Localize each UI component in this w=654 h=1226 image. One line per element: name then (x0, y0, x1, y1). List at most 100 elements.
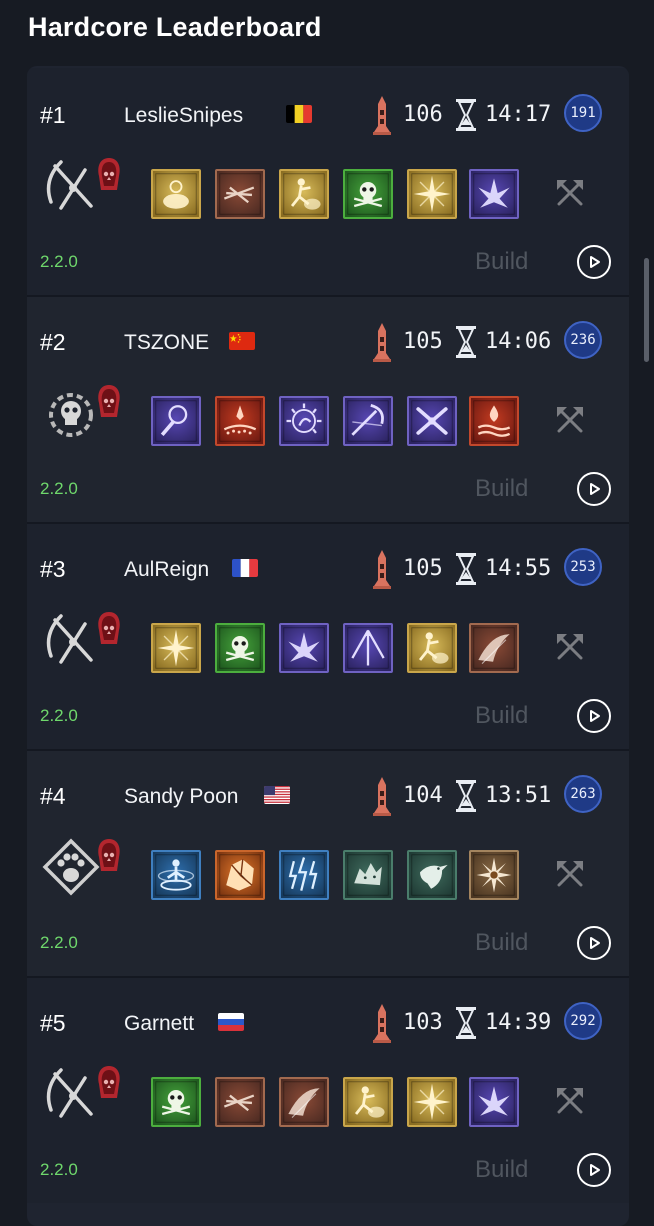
player-name[interactable]: Garnett (124, 1012, 194, 1036)
skill-lightning-storm-icon[interactable] (279, 850, 329, 900)
skill-starburst-icon[interactable] (151, 623, 201, 673)
entry-divider (27, 976, 629, 978)
necromancer-skull-gear-icon (41, 379, 123, 443)
game-version: 2.2.0 (40, 252, 78, 271)
clear-time: 14:06 (485, 329, 552, 354)
skill-golem-summon-icon[interactable] (407, 623, 457, 673)
pit-tower-icon (371, 775, 393, 817)
play-video-button[interactable] (577, 245, 611, 279)
hourglass-icon (455, 552, 477, 586)
hourglass-icon (455, 779, 477, 813)
scrollbar[interactable] (644, 258, 649, 362)
game-version: 2.2.0 (40, 933, 78, 952)
pit-depth: 105 (403, 556, 443, 581)
crossed-axes-icon[interactable] (553, 1084, 587, 1118)
play-video-button[interactable] (577, 1153, 611, 1187)
paragon-level-badge: 253 (564, 548, 602, 586)
skill-starburst-icon[interactable] (407, 1077, 457, 1127)
pit-tower-icon (371, 321, 393, 363)
build-button[interactable]: Build (475, 475, 528, 503)
necromancer-scythe-icon (41, 1060, 123, 1124)
skill-thorn-bloom-icon[interactable] (469, 850, 519, 900)
skill-bone-splinters-icon[interactable] (215, 169, 265, 219)
player-name[interactable]: AulReign (124, 558, 209, 582)
entry-divider (27, 295, 629, 297)
crossed-axes-icon[interactable] (553, 176, 587, 210)
pit-depth: 104 (403, 783, 443, 808)
pit-depth: 103 (403, 1010, 443, 1035)
skill-arrow-spread-icon[interactable] (343, 623, 393, 673)
country-flag-icon (232, 559, 258, 577)
skill-starburst-icon[interactable] (407, 169, 457, 219)
country-flag-icon (264, 786, 290, 804)
clear-time: 14:17 (485, 102, 552, 127)
skill-orb-strike-icon[interactable] (151, 396, 201, 446)
build-button[interactable]: Build (475, 702, 528, 730)
game-version: 2.2.0 (40, 1160, 78, 1179)
skill-blood-wave-icon[interactable] (469, 396, 519, 446)
rank-label: #5 (40, 1010, 66, 1036)
player-name[interactable]: LeslieSnipes (124, 104, 243, 128)
clear-time: 14:55 (485, 556, 552, 581)
skill-blade-wave-icon[interactable] (279, 1077, 329, 1127)
pit-tower-icon (371, 548, 393, 590)
rank-label: #1 (40, 102, 66, 128)
play-video-button[interactable] (577, 472, 611, 506)
skill-blade-wave-icon[interactable] (469, 623, 519, 673)
leaderboard-entry[interactable]: #4 Sandy Poon 104 13:51 263 2.2.0 Build (27, 749, 629, 976)
hourglass-icon (455, 325, 477, 359)
country-flag-icon (218, 1013, 244, 1031)
skill-raven-icon[interactable] (407, 850, 457, 900)
skill-spiked-arc-icon[interactable] (279, 396, 329, 446)
necromancer-scythe-icon (41, 606, 123, 670)
necromancer-scythe-icon (41, 152, 123, 216)
rank-label: #4 (40, 783, 66, 809)
leaderboard-entry[interactable]: #3 AulReign 105 14:55 253 2.2.0 Build (27, 522, 629, 749)
country-flag-icon (229, 332, 255, 350)
paragon-level-badge: 263 (564, 775, 602, 813)
skill-cyclone-figure-icon[interactable] (151, 850, 201, 900)
play-video-button[interactable] (577, 699, 611, 733)
druid-paw-icon (41, 833, 123, 897)
pit-depth: 106 (403, 102, 443, 127)
skill-bone-splinters-icon[interactable] (215, 1077, 265, 1127)
skill-golem-summon-icon[interactable] (343, 1077, 393, 1127)
build-button[interactable]: Build (475, 929, 528, 957)
play-video-button[interactable] (577, 926, 611, 960)
crossed-axes-icon[interactable] (553, 857, 587, 891)
hourglass-icon (455, 98, 477, 132)
entry-divider (27, 522, 629, 524)
skill-skull-poison-icon[interactable] (151, 1077, 201, 1127)
paragon-level-badge: 191 (564, 94, 602, 132)
skill-shadow-blast-icon[interactable] (469, 169, 519, 219)
clear-time: 14:39 (485, 1010, 552, 1035)
skill-shadow-blast-icon[interactable] (279, 623, 329, 673)
build-button[interactable]: Build (475, 1156, 528, 1184)
game-version: 2.2.0 (40, 706, 78, 725)
skill-crossed-bones-icon[interactable] (407, 396, 457, 446)
rank-label: #3 (40, 556, 66, 582)
page-title: Hardcore Leaderboard (28, 12, 322, 42)
skill-reap-slash-icon[interactable] (343, 396, 393, 446)
skill-earth-burst-icon[interactable] (215, 850, 265, 900)
pit-tower-icon (371, 94, 393, 136)
hourglass-icon (455, 1006, 477, 1040)
skill-skull-poison-icon[interactable] (215, 623, 265, 673)
skill-wolf-pack-icon[interactable] (343, 850, 393, 900)
rank-label: #2 (40, 329, 66, 355)
skill-skull-poison-icon[interactable] (343, 169, 393, 219)
crossed-axes-icon[interactable] (553, 403, 587, 437)
paragon-level-badge: 236 (564, 321, 602, 359)
leaderboard-entry[interactable]: #1 LeslieSnipes 106 14:17 191 2.2.0 Buil… (27, 68, 629, 295)
crossed-axes-icon[interactable] (553, 630, 587, 664)
player-name[interactable]: Sandy Poon (124, 785, 238, 809)
skill-shadow-blast-icon[interactable] (469, 1077, 519, 1127)
skill-golem-summon-icon[interactable] (279, 169, 329, 219)
pit-tower-icon (371, 1002, 393, 1044)
leaderboard-entry[interactable]: #2 TSZONE 105 14:06 236 2.2.0 Build (27, 295, 629, 522)
skill-blood-drops-icon[interactable] (215, 396, 265, 446)
player-name[interactable]: TSZONE (124, 331, 209, 355)
skill-corpse-explosion-icon[interactable] (151, 169, 201, 219)
build-button[interactable]: Build (475, 248, 528, 276)
leaderboard-entry[interactable]: #5 Garnett 103 14:39 292 2.2.0 Build (27, 976, 629, 1203)
